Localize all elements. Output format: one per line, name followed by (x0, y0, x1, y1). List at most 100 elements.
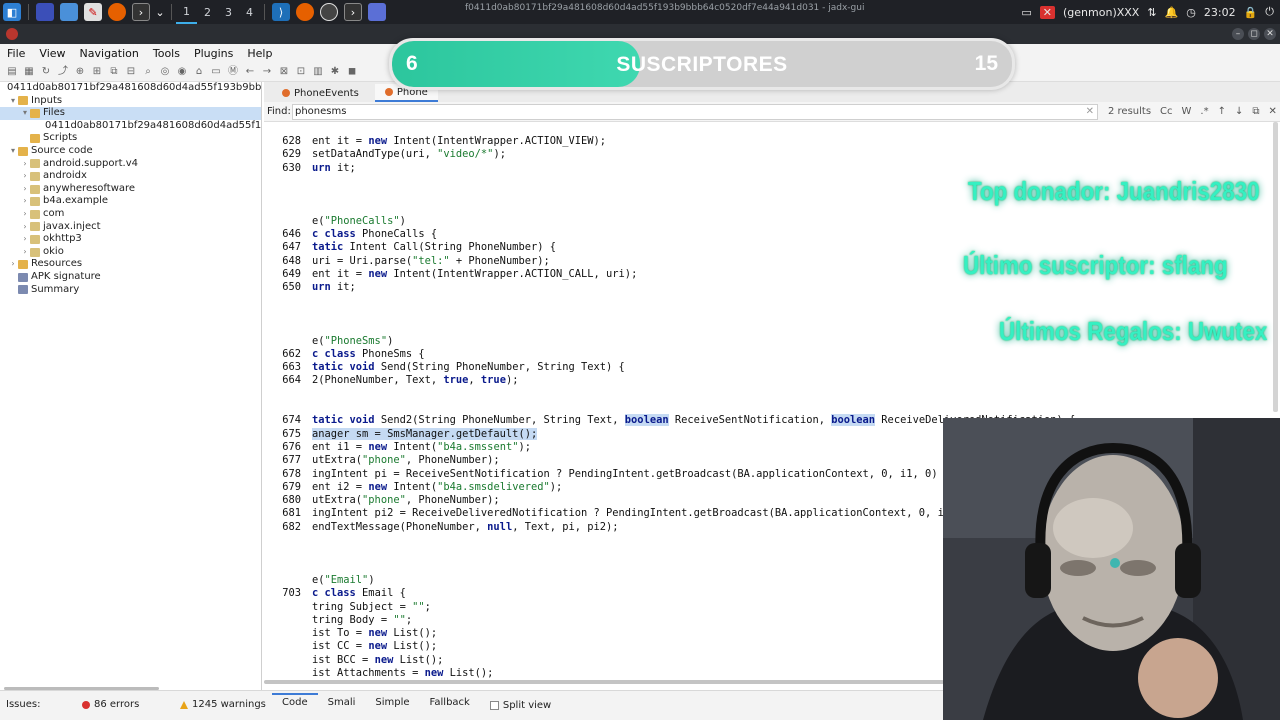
vscode-icon[interactable]: ⟩ (272, 3, 290, 21)
workspace-2[interactable]: 2 (197, 0, 218, 24)
expand-arrow-icon[interactable]: › (8, 258, 18, 271)
tree-item-package[interactable]: › com (0, 208, 261, 221)
method-icon[interactable]: Ⓜ (227, 66, 239, 78)
tree-item-package[interactable]: › androidx (0, 170, 261, 183)
match-case-toggle[interactable]: Cc (1160, 106, 1172, 117)
tree-item-package[interactable]: › javax.inject (0, 221, 261, 234)
expand-arrow-icon[interactable]: › (20, 170, 30, 183)
find-input[interactable]: phonesms ✕ (292, 103, 1098, 120)
tree-item-package[interactable]: › anywheresoftware (0, 183, 261, 196)
errors-count[interactable]: 86 errors (82, 699, 139, 710)
file-manager-icon[interactable] (60, 3, 78, 21)
tab-smali[interactable]: Smali (318, 693, 366, 713)
close-find-icon[interactable]: ✕ (1269, 106, 1277, 117)
copy-icon[interactable]: ⧉ (108, 66, 120, 78)
expand-arrow-icon[interactable]: › (20, 208, 30, 221)
network-icon[interactable]: ⇅ (1147, 6, 1156, 19)
reload-icon[interactable]: ↻ (40, 66, 52, 78)
split-view-checkbox[interactable] (489, 700, 499, 710)
split-view-toggle[interactable]: Split view (480, 693, 551, 717)
maximize-button[interactable]: ◻ (1248, 28, 1260, 40)
workspace-4[interactable]: 4 (239, 0, 260, 24)
class-icon[interactable]: ▭ (210, 66, 222, 78)
dropdown-arrow-icon[interactable]: ⌄ (155, 3, 164, 21)
menu-view[interactable]: View (32, 47, 72, 60)
workspace-1[interactable]: 1 (176, 0, 197, 24)
expand-arrow-icon[interactable]: ▾ (8, 145, 18, 158)
user-badge-icon[interactable]: ✕ (1039, 5, 1056, 19)
window-list-icon[interactable]: ▭ (1021, 6, 1031, 19)
export-icon[interactable]: ⤴ (57, 66, 69, 78)
firefox-icon[interactable] (108, 3, 126, 21)
tree-item-apk-signature[interactable]: APK signature (0, 271, 261, 284)
regex-toggle[interactable]: .* (1200, 106, 1208, 117)
workspace-3[interactable]: 3 (218, 0, 239, 24)
quark-icon[interactable]: ⊠ (278, 66, 290, 78)
tree-item-package[interactable]: › okhttp3 (0, 233, 261, 246)
preferences-icon[interactable]: ◼ (346, 66, 358, 78)
tree-item-summary[interactable]: Summary (0, 284, 261, 297)
menu-plugins[interactable]: Plugins (187, 47, 240, 60)
tree-item-source-code[interactable]: ▾ Source code (0, 145, 261, 158)
menu-help[interactable]: Help (240, 47, 279, 60)
tree-item-files[interactable]: ▾ Files (0, 107, 261, 120)
tree-item-resources[interactable]: › Resources (0, 258, 261, 271)
pdf-icon[interactable]: ✎ (84, 3, 102, 21)
log-icon[interactable]: ▥ (312, 66, 324, 78)
lock-icon[interactable]: 🔒 (1244, 6, 1258, 19)
tree-item-package[interactable]: › b4a.example (0, 195, 261, 208)
obs-icon[interactable] (320, 3, 338, 21)
debug-icon[interactable]: ✱ (329, 66, 341, 78)
next-result-icon[interactable]: ↓ (1235, 106, 1243, 117)
tab-simple[interactable]: Simple (365, 693, 419, 713)
code-horizontal-scrollbar[interactable] (264, 680, 944, 684)
expand-arrow-icon[interactable]: › (20, 221, 30, 234)
whole-word-toggle[interactable]: W (1182, 106, 1192, 117)
warnings-count[interactable]: 1245 warnings (180, 699, 266, 710)
expand-arrow-icon[interactable]: ▾ (8, 95, 18, 108)
tree-item-package[interactable]: › okio (0, 246, 261, 259)
home-icon[interactable]: ⌂ (193, 66, 205, 78)
search-icon[interactable]: ⌕ (142, 66, 154, 78)
code-vertical-scrollbar[interactable] (1273, 122, 1278, 412)
app-menu-icon[interactable]: ◧ (3, 3, 21, 21)
tree-item-scripts[interactable]: Scripts (0, 132, 261, 145)
flatten-icon[interactable]: ⊞ (91, 66, 103, 78)
save-all-icon[interactable]: ▦ (23, 66, 35, 78)
tree-item-inputs[interactable]: ▾ Inputs (0, 95, 261, 108)
tree-root[interactable]: 0411d0ab80171bf29a481608d60d4ad55f193b9b… (0, 82, 261, 95)
sync-icon[interactable]: ⊕ (74, 66, 86, 78)
expand-arrow-icon[interactable]: › (20, 158, 30, 171)
prev-result-icon[interactable]: ↑ (1218, 106, 1226, 117)
open-file-icon[interactable]: ▤ (6, 66, 18, 78)
jadx-window-icon[interactable] (368, 3, 386, 21)
notification-bell-icon[interactable]: 🔔 (1165, 6, 1179, 19)
tree-item-file[interactable]: 0411d0ab80171bf29a481608d60d4ad55f193b9 (0, 120, 261, 133)
minimize-button[interactable]: – (1232, 28, 1244, 40)
menu-navigation[interactable]: Navigation (73, 47, 146, 60)
terminal-window-icon[interactable]: › (344, 3, 362, 21)
tab-code[interactable]: Code (272, 693, 318, 713)
tree-item-package[interactable]: › android.support.v4 (0, 158, 261, 171)
expand-arrow-icon[interactable]: › (20, 195, 30, 208)
desktop-icon[interactable] (36, 3, 54, 21)
forward-icon[interactable]: → (261, 66, 273, 78)
expand-arrow-icon[interactable]: › (20, 246, 30, 259)
mark-all-icon[interactable]: ⧉ (1252, 106, 1259, 117)
clock[interactable]: 23:02 (1204, 6, 1236, 19)
power-icon[interactable]: ⏻ (1265, 5, 1274, 19)
expand-arrow-icon[interactable]: ▾ (20, 107, 30, 120)
find-class-icon[interactable]: ◎ (159, 66, 171, 78)
menu-file[interactable]: File (0, 47, 32, 60)
back-icon[interactable]: ← (244, 66, 256, 78)
firefox-window-icon[interactable] (296, 3, 314, 21)
deobfuscate-icon[interactable]: ⊡ (295, 66, 307, 78)
expand-icon[interactable]: ⊟ (125, 66, 137, 78)
clear-search-icon[interactable]: ✕ (1086, 105, 1094, 119)
terminal-icon[interactable]: › (132, 3, 150, 21)
close-button[interactable]: ✕ (1264, 28, 1276, 40)
menu-tools[interactable]: Tools (146, 47, 187, 60)
tab-phoneevents[interactable]: PhoneEvents (272, 84, 369, 102)
expand-arrow-icon[interactable]: › (20, 183, 30, 196)
tab-fallback[interactable]: Fallback (420, 693, 480, 713)
